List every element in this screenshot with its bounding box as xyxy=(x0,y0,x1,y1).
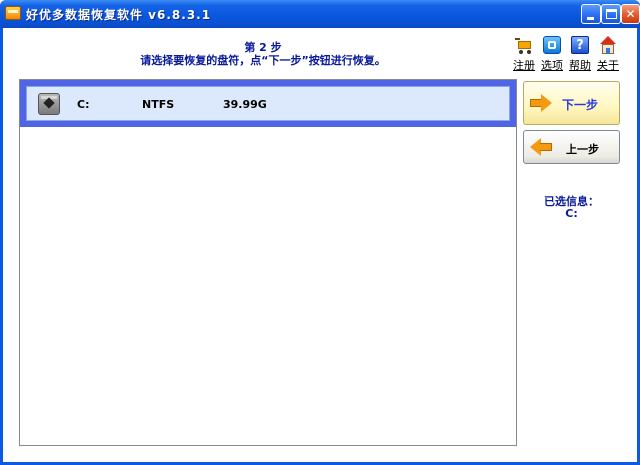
selected-info-value: C: xyxy=(565,207,578,220)
previous-step-label: 上一步 xyxy=(566,143,599,156)
title-bar[interactable]: 好优多数据恢复软件 v6.8.3.1 ✕ xyxy=(0,0,640,28)
maximize-icon xyxy=(606,9,617,19)
close-button[interactable]: ✕ xyxy=(621,4,640,24)
register-tool[interactable]: 注册 xyxy=(511,36,537,73)
home-icon xyxy=(599,36,617,54)
previous-step-button[interactable]: 上一步 xyxy=(523,130,620,164)
app-icon xyxy=(5,6,21,20)
drive-size: 39.99G xyxy=(223,98,267,111)
selected-info: 已选信息： C: xyxy=(523,196,620,220)
window-title: 好优多数据恢复软件 v6.8.3.1 xyxy=(26,8,212,22)
drive-row-c[interactable]: C: NTFS 39.99G xyxy=(20,80,516,127)
cart-icon xyxy=(515,36,533,54)
help-link[interactable]: 帮助 xyxy=(567,57,593,73)
drive-letter: C: xyxy=(77,98,90,111)
arrow-right-icon xyxy=(530,94,552,112)
about-link[interactable]: 关于 xyxy=(595,57,621,73)
next-step-label: 下一步 xyxy=(562,98,599,112)
step-description: 请选择要恢复的盘符，点“下一步”按钮进行恢复。 xyxy=(140,54,386,67)
help-icon: ? xyxy=(571,36,589,54)
options-icon xyxy=(543,36,561,54)
options-tool[interactable]: 选项 xyxy=(539,36,565,73)
client-area: 第 2 步 请选择要恢复的盘符，点“下一步”按钮进行恢复。 注册 选项 ? 帮助… xyxy=(3,28,637,462)
help-tool[interactable]: ? 帮助 xyxy=(567,36,593,73)
maximize-button[interactable] xyxy=(601,4,621,24)
next-step-button[interactable]: 下一步 xyxy=(523,81,620,125)
drive-filesystem: NTFS xyxy=(142,98,175,111)
options-link[interactable]: 选项 xyxy=(539,57,565,73)
arrow-left-icon xyxy=(530,138,552,156)
app-window: 好优多数据恢复软件 v6.8.3.1 ✕ 第 2 步 请选择要恢复的盘符，点“下… xyxy=(0,0,640,465)
minimize-button[interactable] xyxy=(581,4,601,24)
register-link[interactable]: 注册 xyxy=(511,57,537,73)
hard-drive-icon xyxy=(38,93,60,115)
drive-row-content: C: NTFS 39.99G xyxy=(26,86,510,121)
minimize-icon xyxy=(587,17,594,20)
about-tool[interactable]: 关于 xyxy=(595,36,621,73)
drive-list[interactable]: C: NTFS 39.99G xyxy=(19,79,517,446)
